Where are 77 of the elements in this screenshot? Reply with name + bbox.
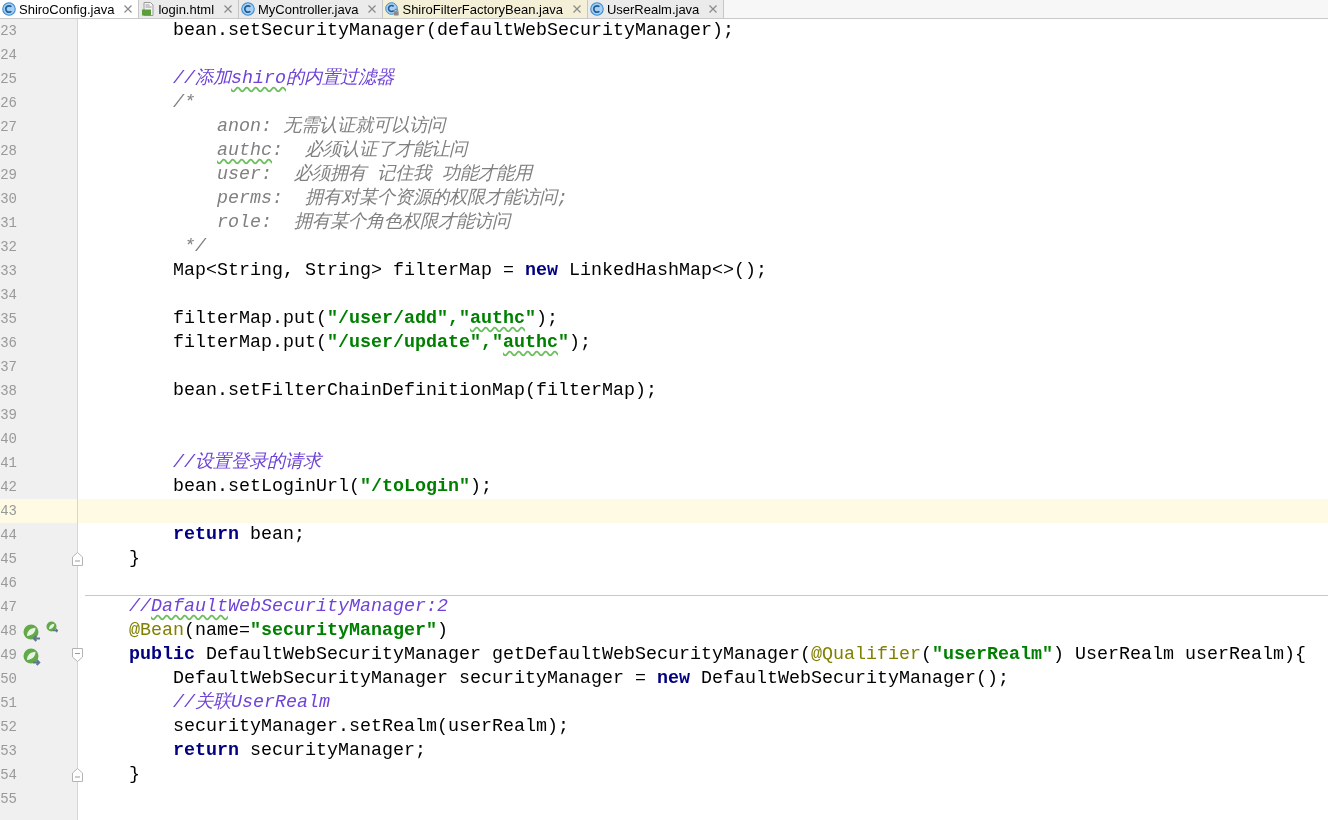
fold-marker-icon[interactable] xyxy=(72,648,83,662)
code-line: //设置登录的请求 xyxy=(173,451,321,475)
code-line: //DafaultWebSecurityManager:2 xyxy=(129,595,448,619)
line-number: 53 xyxy=(0,743,17,759)
line-number: 45 xyxy=(0,551,17,567)
line-number: 38 xyxy=(0,383,17,399)
class-icon xyxy=(2,2,16,16)
line-number: 26 xyxy=(0,95,17,111)
code-line: //关联UserRealm xyxy=(173,691,330,715)
small-leaf-icon[interactable] xyxy=(46,620,58,633)
line-number: 30 xyxy=(0,191,17,207)
editor-tab[interactable]: ShiroFilterFactoryBean.java xyxy=(383,0,588,18)
line-number: 27 xyxy=(0,119,17,135)
line-number: 40 xyxy=(0,431,17,447)
editor-tab[interactable]: UserRealm.java xyxy=(587,0,725,18)
code-line: bean.setFilterChainDefinitionMap(filterMap); xyxy=(173,379,657,403)
code-line: } xyxy=(129,547,140,571)
close-icon[interactable] xyxy=(709,5,718,13)
line-number: 43 xyxy=(0,503,17,519)
code-line: bean.setLoginUrl("/toLogin"); xyxy=(173,475,492,499)
code-line: Map<String, String> filterMap = new LinkedHashMap<>(); xyxy=(173,259,767,283)
line-number: 37 xyxy=(0,359,17,375)
code-line: authc: 必须认证了才能让问 xyxy=(216,139,467,163)
code-line: } xyxy=(129,763,140,787)
line-number: 51 xyxy=(0,695,17,711)
line-number: 54 xyxy=(0,767,17,783)
code-line: bean.setSecurityManager(defaultWebSecurityManager); xyxy=(173,19,734,43)
line-number: 31 xyxy=(0,215,17,231)
class-icon xyxy=(241,2,256,16)
line-number: 34 xyxy=(0,287,17,303)
line-number: 48 xyxy=(0,623,17,639)
line-number: 33 xyxy=(0,263,17,279)
code-line: /* xyxy=(173,91,195,115)
line-number: 44 xyxy=(0,527,17,543)
html-file-icon xyxy=(141,2,156,16)
line-number: 23 xyxy=(0,23,17,39)
line-number: 50 xyxy=(0,671,17,687)
code-line: */ xyxy=(184,235,206,259)
code-line: DefaultWebSecurityManager securityManager = new DefaultWebSecurityManager(); xyxy=(173,667,1009,691)
close-icon[interactable] xyxy=(368,5,377,13)
close-icon[interactable] xyxy=(572,5,581,13)
code-line: user: 必须拥有 记住我 功能才能用 xyxy=(216,163,532,187)
line-number: 29 xyxy=(0,167,17,183)
editor-tab[interactable]: MyController.java xyxy=(239,0,384,18)
code-line: //添加shiro的内置过滤器 xyxy=(173,67,394,91)
line-number: 35 xyxy=(0,311,17,327)
line-number: 32 xyxy=(0,239,17,255)
code-line: perms: 拥有对某个资源的权限才能访问; xyxy=(216,187,568,211)
line-number: 36 xyxy=(0,335,17,351)
fold-marker-icon[interactable] xyxy=(72,552,83,566)
class-lock-icon xyxy=(385,2,400,16)
editor-tab[interactable]: login.html xyxy=(139,0,240,18)
code-line: anon: 无需认证就可以访问 xyxy=(216,115,445,139)
line-number: 39 xyxy=(0,407,17,423)
editor-tab[interactable]: ShiroConfig.java xyxy=(0,0,140,18)
fold-marker-icon[interactable] xyxy=(72,768,83,782)
line-number: 49 xyxy=(0,647,17,663)
line-number: 41 xyxy=(0,455,17,471)
code-line: role: 拥有某个角色权限才能访问 xyxy=(216,211,510,235)
line-number: 25 xyxy=(0,71,17,87)
line-number: 52 xyxy=(0,719,17,735)
code-line: securityManager.setRealm(userRealm); xyxy=(173,715,569,739)
class-icon xyxy=(589,2,604,16)
code-line: public DefaultWebSecurityManager getDefaultWebSecurityManager(@Qualifier("userRealm") UserRealm userRealm){ xyxy=(129,643,1306,667)
code-line: return bean; xyxy=(173,523,305,547)
line-number: 42 xyxy=(0,479,17,495)
line-number: 28 xyxy=(0,143,17,159)
code-line: filterMap.put("/user/update","authc"); xyxy=(173,331,591,355)
code-line: @Bean(name="securityManager") xyxy=(129,619,448,643)
line-number: 24 xyxy=(0,47,17,63)
close-icon[interactable] xyxy=(224,5,233,13)
line-number: 47 xyxy=(0,599,17,615)
close-icon[interactable] xyxy=(124,5,133,13)
line-number: 55 xyxy=(0,791,17,807)
code-line: return securityManager; xyxy=(173,739,426,763)
line-number: 46 xyxy=(0,575,17,591)
code-line: filterMap.put("/user/add","authc"); xyxy=(173,307,558,331)
